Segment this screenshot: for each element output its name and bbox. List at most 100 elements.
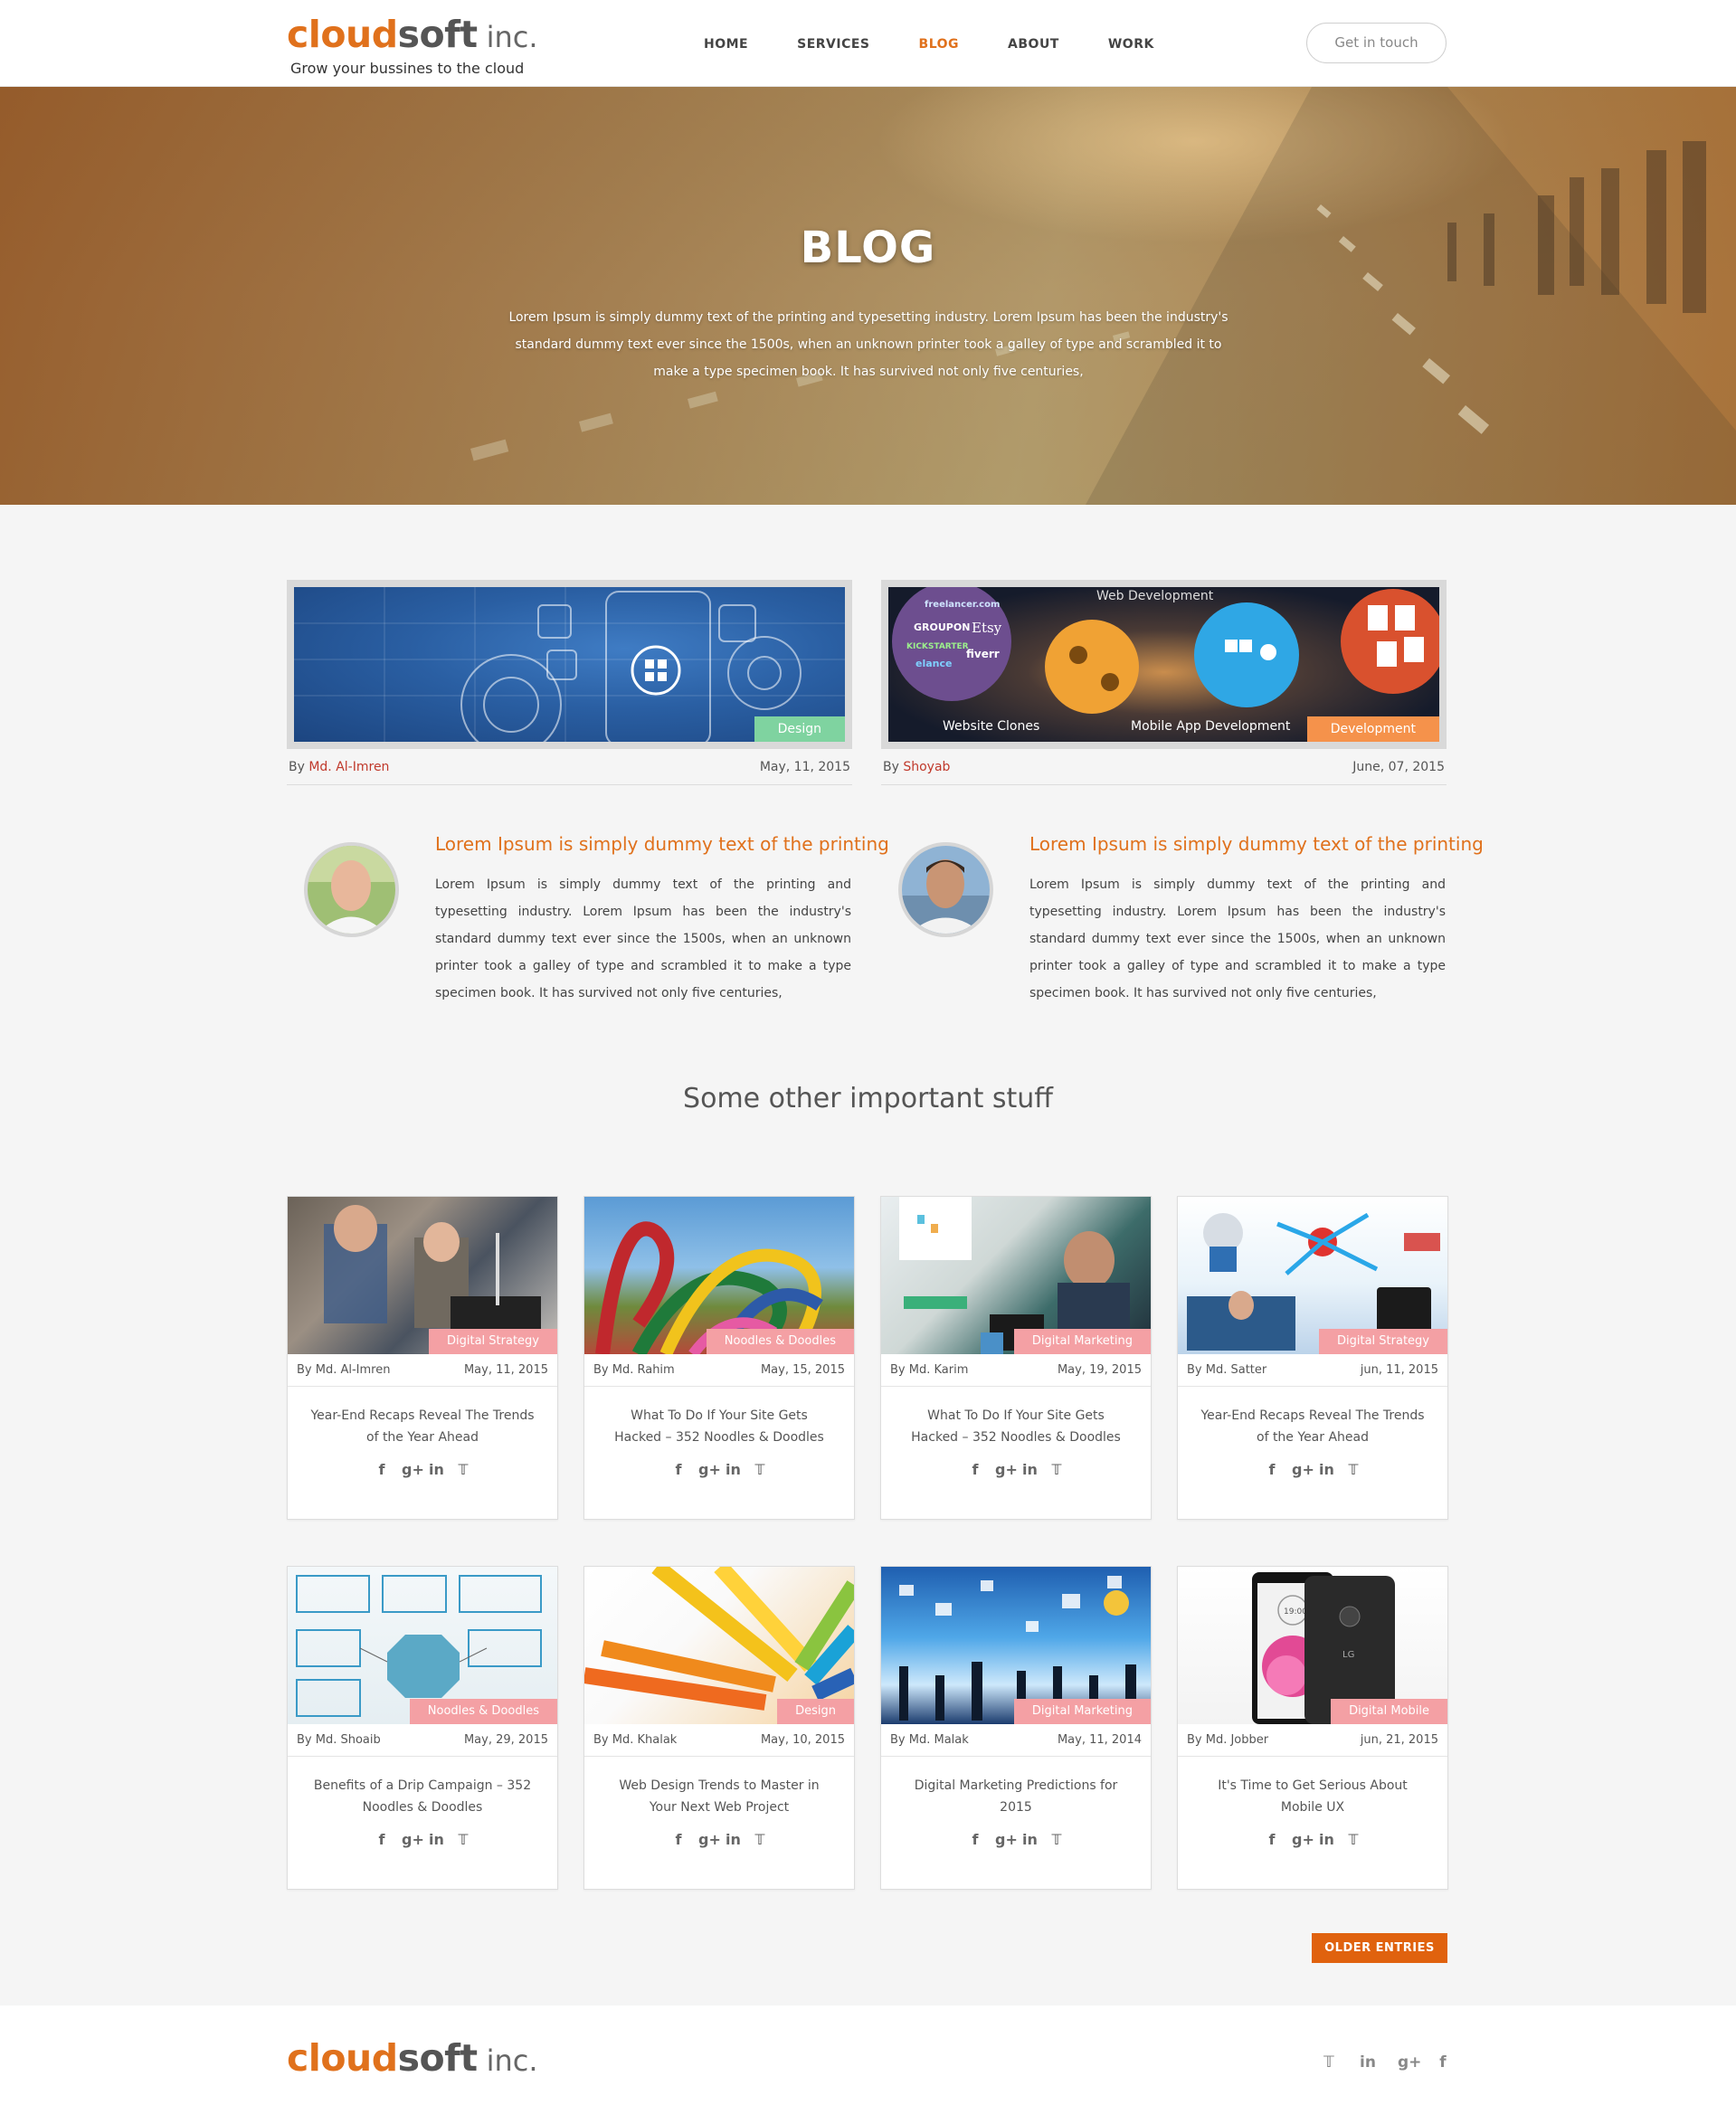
logo[interactable]: cloudsoft inc. Grow your bussines to the … <box>287 13 538 77</box>
linkedin-icon[interactable]: in <box>1022 1461 1038 1478</box>
footer-logo[interactable]: cloudsoft inc. <box>287 2036 538 2082</box>
google-plus-icon[interactable]: g+ <box>698 1831 721 1848</box>
facebook-icon[interactable]: f <box>1265 1461 1279 1478</box>
post-thumbnail[interactable]: Digital Marketing <box>881 1197 1151 1354</box>
category-tag[interactable]: Design <box>777 1699 854 1724</box>
nav-home[interactable]: HOME <box>704 37 748 52</box>
category-tag[interactable]: Digital Marketing <box>1013 1699 1151 1724</box>
facebook-icon[interactable]: f <box>1436 2053 1450 2072</box>
post-title[interactable]: It's Time to Get Serious About Mobile UX <box>1178 1757 1447 1831</box>
category-tag[interactable]: Digital Strategy <box>429 1329 557 1354</box>
post-title[interactable]: Year-End Recaps Reveal The Trends of the… <box>1178 1387 1447 1461</box>
linkedin-icon[interactable]: in <box>1022 1831 1038 1848</box>
google-plus-icon[interactable]: g+ <box>995 1461 1018 1478</box>
linkedin-icon[interactable]: in <box>429 1461 444 1478</box>
post-card[interactable]: Digital Strategy By Md. Satter jun, 11, 20… <box>1177 1196 1448 1520</box>
post-title[interactable]: Web Design Trends to Master in Your Next… <box>584 1757 854 1831</box>
post-card[interactable]: Noodles & Doodles By Md. Rahim May, 15, 20… <box>583 1196 855 1520</box>
post-card[interactable]: Digital Marketing By Md. Karim May, 19, 20… <box>880 1196 1152 1520</box>
linkedin-icon[interactable]: in <box>726 1831 741 1848</box>
post-author[interactable]: By Md. Shoaib <box>297 1733 381 1747</box>
featured-post-design: Design By Md. Al-Imren May, 11, 2015 Lor… <box>287 580 889 1000</box>
get-in-touch-button[interactable]: Get in touch <box>1306 23 1447 63</box>
featured-post-title[interactable]: Lorem Ipsum is simply dummy text of the … <box>1029 833 1484 855</box>
post-title[interactable]: What To Do If Your Site Gets Hacked – 35… <box>881 1387 1151 1461</box>
twitter-icon[interactable]: 𝕋 <box>753 1831 767 1848</box>
post-thumbnail[interactable]: Digital Strategy <box>1178 1197 1447 1354</box>
featured-image-frame[interactable]: freelancer.com GROUPON Etsy KICKSTARTER … <box>881 580 1447 749</box>
category-tag[interactable]: Digital Strategy <box>1319 1329 1447 1354</box>
etsy-label: Etsy <box>972 620 1002 636</box>
post-author[interactable]: By Md. Malak <box>890 1733 969 1747</box>
post-author[interactable]: By Md. Satter <box>1187 1363 1266 1377</box>
post-title[interactable]: Benefits of a Drip Campaign – 352 Noodle… <box>288 1757 557 1831</box>
linkedin-icon[interactable]: in <box>429 1831 444 1848</box>
twitter-icon[interactable]: 𝕋 <box>753 1461 767 1478</box>
linkedin-icon[interactable]: in <box>1319 1831 1334 1848</box>
google-plus-icon[interactable]: g+ <box>402 1461 424 1478</box>
category-tag[interactable]: Noodles & Doodles <box>409 1699 557 1724</box>
google-plus-icon[interactable]: g+ <box>1292 1461 1314 1478</box>
google-plus-icon[interactable]: g+ <box>1398 2053 1421 2072</box>
twitter-icon[interactable]: 𝕋 <box>1346 1831 1361 1848</box>
post-thumbnail[interactable]: Digital Marketing <box>881 1567 1151 1724</box>
google-plus-icon[interactable]: g+ <box>1292 1831 1314 1848</box>
linkedin-icon[interactable]: in <box>726 1461 741 1478</box>
twitter-icon[interactable]: 𝕋 <box>456 1831 470 1848</box>
by-label: By <box>289 759 305 774</box>
post-author[interactable]: By Md. Al-Imren <box>297 1363 390 1377</box>
twitter-icon[interactable]: 𝕋 <box>1049 1831 1064 1848</box>
facebook-icon[interactable]: f <box>1265 1831 1279 1848</box>
featured-post-excerpt: Lorem Ipsum is simply dummy text of the … <box>1029 877 1446 1000</box>
post-title[interactable]: Year-End Recaps Reveal The Trends of the… <box>288 1387 557 1461</box>
google-plus-icon[interactable]: g+ <box>995 1831 1018 1848</box>
facebook-icon[interactable]: f <box>968 1831 982 1848</box>
twitter-icon[interactable]: 𝕋 <box>1049 1461 1064 1478</box>
linkedin-icon[interactable]: in <box>1360 2053 1376 2072</box>
facebook-icon[interactable]: f <box>375 1461 389 1478</box>
linkedin-icon[interactable]: in <box>1319 1461 1334 1478</box>
category-tag[interactable]: Design <box>754 716 845 742</box>
author-link[interactable]: Shoyab <box>903 760 950 774</box>
nav-about[interactable]: ABOUT <box>1008 37 1059 52</box>
post-thumbnail[interactable]: Noodles & Doodles <box>584 1197 854 1354</box>
post-title[interactable]: What To Do If Your Site Gets Hacked – 35… <box>584 1387 854 1461</box>
older-entries-button[interactable]: OLDER ENTRIES <box>1312 1933 1447 1963</box>
google-plus-icon[interactable]: g+ <box>698 1461 721 1478</box>
post-card[interactable]: Digital Marketing By Md. Malak May, 11, 20… <box>880 1566 1152 1890</box>
category-tag[interactable]: Noodles & Doodles <box>706 1329 854 1354</box>
facebook-icon[interactable]: f <box>671 1831 686 1848</box>
facebook-icon[interactable]: f <box>375 1831 389 1848</box>
facebook-icon[interactable]: f <box>968 1461 982 1478</box>
groupon-label: GROUPON <box>914 621 970 633</box>
featured-post-title[interactable]: Lorem Ipsum is simply dummy text of the … <box>435 833 889 855</box>
category-tag[interactable]: Digital Marketing <box>1013 1329 1151 1354</box>
post-card[interactable]: Noodles & Doodles By Md. Shoaib May, 29, 2… <box>287 1566 558 1890</box>
post-thumbnail[interactable]: 19:00 LG Digital Mobile <box>1178 1567 1447 1724</box>
twitter-icon[interactable]: 𝕋 <box>1346 1461 1361 1478</box>
post-author[interactable]: By Md. Karim <box>890 1363 968 1377</box>
nav-services[interactable]: SERVICES <box>797 37 869 52</box>
facebook-icon[interactable]: f <box>671 1461 686 1478</box>
featured-post-excerpt: Lorem Ipsum is simply dummy text of the … <box>435 877 851 1000</box>
post-card[interactable]: 19:00 LG Digital Mobile By Md. Jobber jun, 2… <box>1177 1566 1448 1890</box>
post-card[interactable]: Design By Md. Khalak May, 10, 2015 Web Desi… <box>583 1566 855 1890</box>
featured-image-frame[interactable]: Design <box>287 580 852 749</box>
post-thumbnail[interactable]: Digital Strategy <box>288 1197 557 1354</box>
post-card[interactable]: Digital Strategy By Md. Al-Imren May, 11, … <box>287 1196 558 1520</box>
twitter-icon[interactable]: 𝕋 <box>456 1461 470 1478</box>
nav-work[interactable]: WORK <box>1108 37 1154 52</box>
post-title[interactable]: Digital Marketing Predictions for 2015 <box>881 1757 1151 1831</box>
post-author[interactable]: By Md. Khalak <box>593 1733 677 1747</box>
category-tag[interactable]: Digital Mobile <box>1331 1699 1447 1724</box>
author-link[interactable]: Md. Al-Imren <box>308 760 389 774</box>
post-author[interactable]: By Md. Jobber <box>1187 1733 1268 1747</box>
post-thumbnail[interactable]: Noodles & Doodles <box>288 1567 557 1724</box>
nav-blog[interactable]: BLOG <box>919 37 960 52</box>
post-author[interactable]: By Md. Rahim <box>593 1363 675 1377</box>
google-plus-icon[interactable]: g+ <box>402 1831 424 1848</box>
post-thumbnail[interactable]: Design <box>584 1567 854 1724</box>
twitter-icon[interactable]: 𝕋 <box>1322 2053 1336 2072</box>
category-tag[interactable]: Development <box>1306 716 1439 742</box>
hero-road-image <box>470 87 1736 505</box>
